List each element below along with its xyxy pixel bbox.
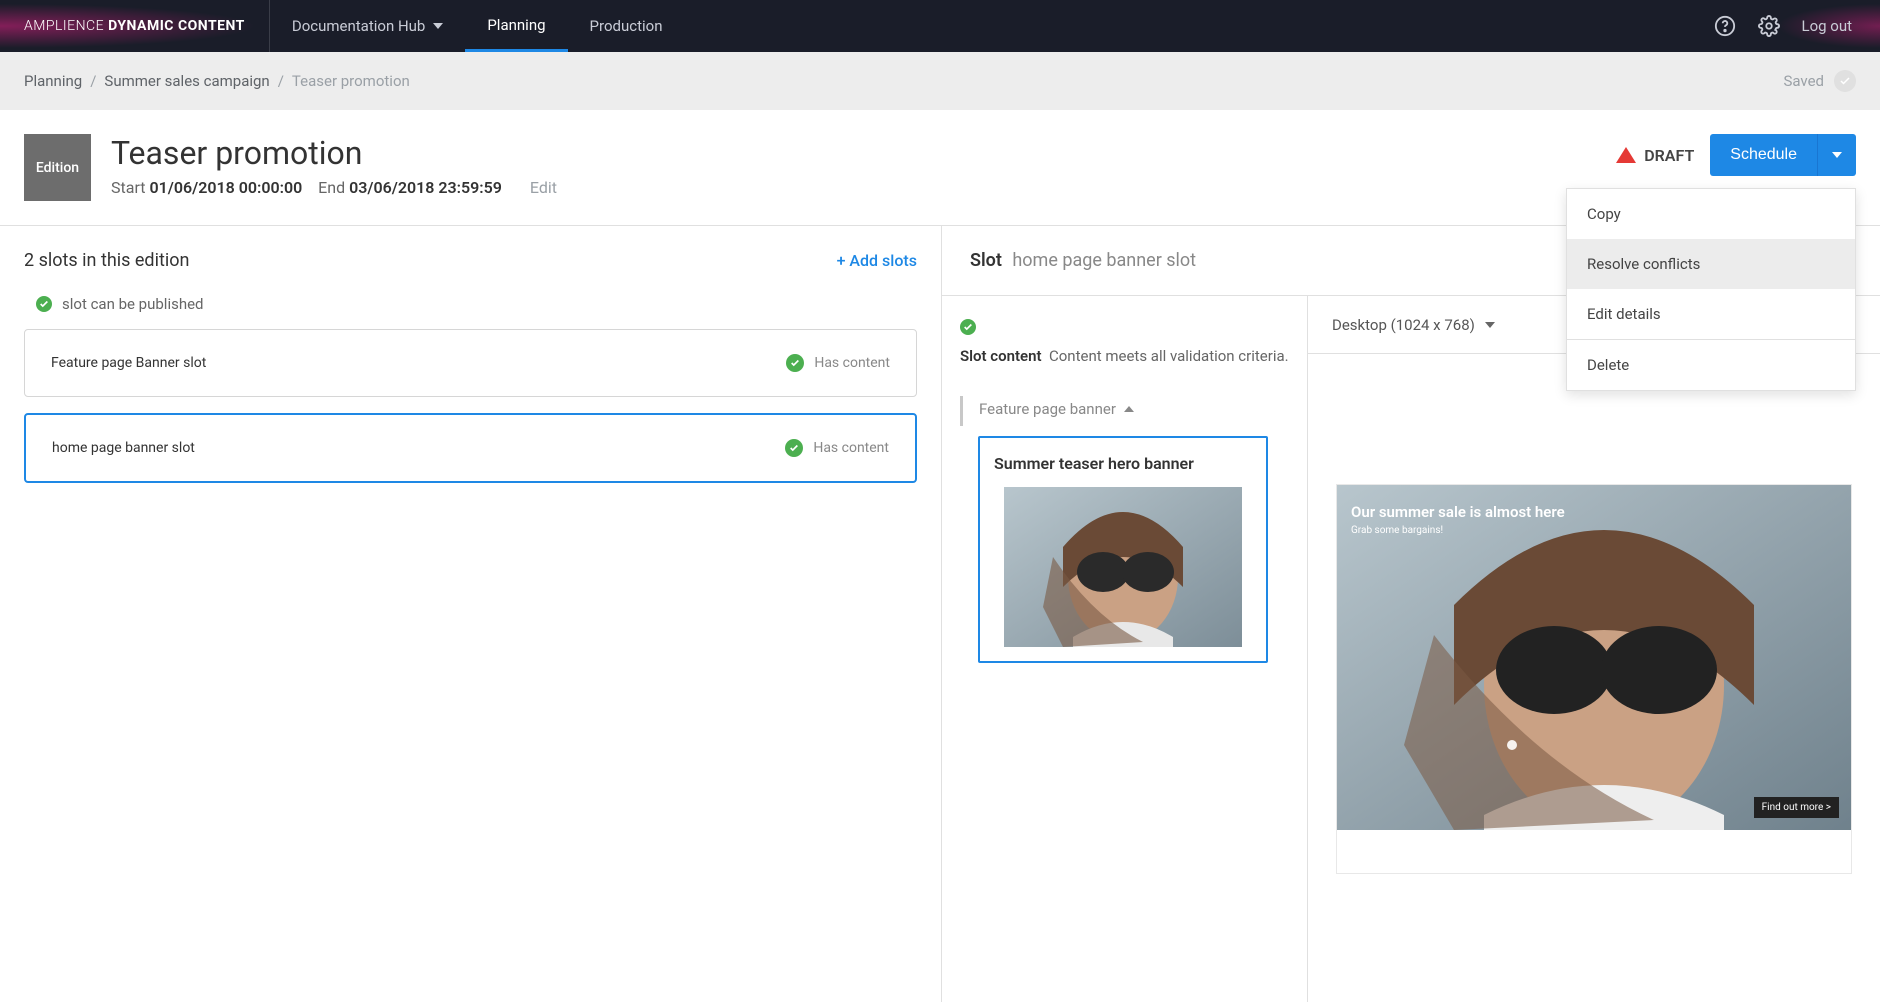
check-circle-icon — [785, 439, 803, 457]
hero-banner-preview: Our summer sale is almost here Grab some… — [1337, 485, 1851, 830]
help-icon[interactable] — [1713, 14, 1737, 38]
dropdown-delete[interactable]: Delete — [1567, 340, 1855, 390]
edition-meta: Start 01/06/2018 00:00:00 End 03/06/2018… — [111, 178, 557, 197]
slots-heading: 2 slots in this edition — [24, 250, 189, 271]
edition-header-right: DRAFT Schedule Copy Resolve conflicts Ed… — [1616, 134, 1856, 176]
saved-check-icon — [1834, 70, 1856, 92]
breadcrumb: Planning / Summer sales campaign / Tease… — [0, 52, 1880, 110]
dropdown-edit-details[interactable]: Edit details — [1567, 289, 1855, 339]
draft-triangle-icon — [1616, 147, 1636, 163]
content-card[interactable]: Summer teaser hero banner — [978, 436, 1268, 663]
top-nav: Documentation Hub Planning Production — [270, 0, 685, 52]
logout-link[interactable]: Log out — [1801, 17, 1852, 35]
chevron-down-icon — [1832, 152, 1842, 158]
publish-note: slot can be published — [36, 295, 917, 313]
slot-name: Feature page Banner slot — [51, 355, 206, 371]
breadcrumb-current: Teaser promotion — [292, 72, 410, 90]
slot-name: home page banner slot — [52, 440, 195, 456]
slot-card-home-banner[interactable]: home page banner slot Has content — [24, 413, 917, 483]
schedule-dropdown-toggle[interactable] — [1817, 134, 1856, 176]
hero-cta-button[interactable]: Find out more > — [1754, 797, 1839, 818]
settings-gear-icon[interactable] — [1757, 14, 1781, 38]
breadcrumb-planning[interactable]: Planning — [24, 72, 82, 90]
preview-frame: Our summer sale is almost here Grab some… — [1336, 484, 1852, 874]
slots-pane: 2 slots in this edition + Add slots slot… — [0, 226, 942, 1002]
breadcrumb-campaign[interactable]: Summer sales campaign — [104, 72, 269, 90]
slot-content-heading: Slot content Content meets all validatio… — [960, 316, 1289, 368]
brand-part2: DYNAMIC CONTENT — [108, 18, 245, 34]
dropdown-resolve-conflicts[interactable]: Resolve conflicts — [1567, 239, 1855, 289]
slot-status: Has content — [814, 355, 890, 371]
preview-column: Desktop (1024 x 768) — [1308, 296, 1880, 1002]
top-nav-right: Log out — [1713, 14, 1880, 38]
edition-header: Edition Teaser promotion Start 01/06/201… — [0, 110, 1880, 225]
slots-heading-row: 2 slots in this edition + Add slots — [24, 250, 917, 271]
brand-logo: AMPLIENCE DYNAMIC CONTENT — [0, 0, 270, 52]
check-circle-icon — [36, 296, 52, 312]
content-card-title: Summer teaser hero banner — [994, 454, 1252, 473]
saved-indicator: Saved — [1783, 70, 1856, 92]
chevron-up-icon — [1124, 406, 1134, 412]
top-nav-bar: AMPLIENCE DYNAMIC CONTENT Documentation … — [0, 0, 1880, 52]
nav-planning[interactable]: Planning — [465, 0, 567, 52]
slot-card-feature-banner[interactable]: Feature page Banner slot Has content — [24, 329, 917, 397]
nav-documentation-hub[interactable]: Documentation Hub — [270, 0, 465, 52]
schedule-button-group: Schedule — [1710, 134, 1856, 176]
brand-part1: AMPLIENCE — [24, 18, 104, 34]
page-title: Teaser promotion — [111, 134, 557, 172]
content-thumbnail — [1004, 487, 1242, 647]
schedule-dropdown-menu: Copy Resolve conflicts Edit details Dele… — [1566, 188, 1856, 391]
chevron-down-icon — [1485, 322, 1495, 328]
chevron-down-icon — [433, 23, 443, 29]
dropdown-copy[interactable]: Copy — [1567, 189, 1855, 239]
slot-status: Has content — [813, 440, 889, 456]
feature-collapse-label[interactable]: Feature page banner — [960, 396, 1289, 426]
edition-chip: Edition — [24, 134, 91, 201]
add-slots-link[interactable]: + Add slots — [837, 251, 917, 270]
nav-production[interactable]: Production — [568, 0, 685, 52]
viewport-select[interactable]: Desktop (1024 x 768) — [1332, 316, 1495, 334]
check-circle-icon — [960, 319, 976, 335]
edition-title-block: Teaser promotion Start 01/06/2018 00:00:… — [111, 134, 557, 197]
status-badge: DRAFT — [1616, 146, 1694, 165]
hero-overlay-text: Our summer sale is almost here Grab some… — [1351, 503, 1565, 536]
edit-dates-link[interactable]: Edit — [530, 178, 557, 197]
schedule-button[interactable]: Schedule — [1710, 134, 1817, 176]
check-circle-icon — [786, 354, 804, 372]
slot-content-column: Slot content Content meets all validatio… — [942, 296, 1308, 1002]
